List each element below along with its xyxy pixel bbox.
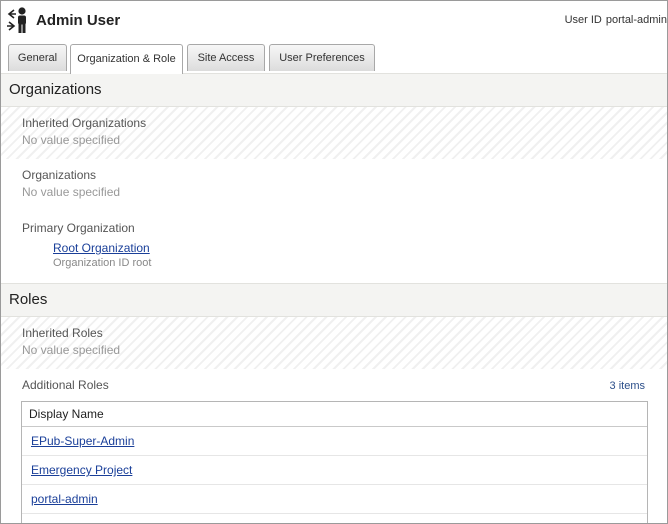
organizations-label: Organizations <box>22 168 97 182</box>
tab-organization-role[interactable]: Organization & Role <box>70 44 183 74</box>
primary-organization-link[interactable]: Root Organization <box>53 241 150 255</box>
user-id-label: User ID <box>564 14 602 26</box>
tab-site-access[interactable]: Site Access <box>187 44 265 71</box>
table-header: Display Name <box>22 402 647 427</box>
inherited-organizations-value: No value specified <box>22 133 121 147</box>
user-swap-icon <box>7 7 26 33</box>
user-id: User ID portal-admin <box>565 14 667 26</box>
organizations-title: Organizations <box>9 81 102 98</box>
inherited-roles-value: No value specified <box>22 343 121 357</box>
roles-count: 3 items <box>609 380 645 392</box>
tab-general[interactable]: General <box>8 44 67 71</box>
table-row: EPub-Super-Admin <box>22 427 647 456</box>
inherited-organizations-label: Inherited Organizations <box>22 116 147 130</box>
page-title: Admin User <box>36 12 121 29</box>
roles-table: Display Name EPub-Super-Admin Emergency … <box>21 401 648 523</box>
table-row: Emergency Project <box>22 456 647 485</box>
column-header-display-name[interactable]: Display Name <box>29 407 104 421</box>
roles-section-header: Roles <box>1 283 667 317</box>
roles-title: Roles <box>9 291 48 308</box>
role-link[interactable]: portal-admin <box>31 492 98 506</box>
inherited-roles-label: Inherited Roles <box>22 326 103 340</box>
primary-organization-label: Primary Organization <box>22 221 135 235</box>
tab-user-preferences[interactable]: User Preferences <box>269 44 375 71</box>
additional-roles-label: Additional Roles <box>22 378 109 392</box>
organizations-value: No value specified <box>22 185 121 199</box>
organizations-section-header: Organizations <box>1 73 667 107</box>
header: Admin User User ID portal-admin <box>1 1 667 41</box>
role-link[interactable]: Emergency Project <box>31 463 132 477</box>
table-row: portal-admin <box>22 485 647 514</box>
user-id-value: portal-admin <box>605 14 667 26</box>
user-editor-panel: Admin User User ID portal-admin General O… <box>0 0 668 524</box>
role-link[interactable]: EPub-Super-Admin <box>31 434 134 448</box>
primary-organization-meta: Organization ID root <box>53 257 152 269</box>
